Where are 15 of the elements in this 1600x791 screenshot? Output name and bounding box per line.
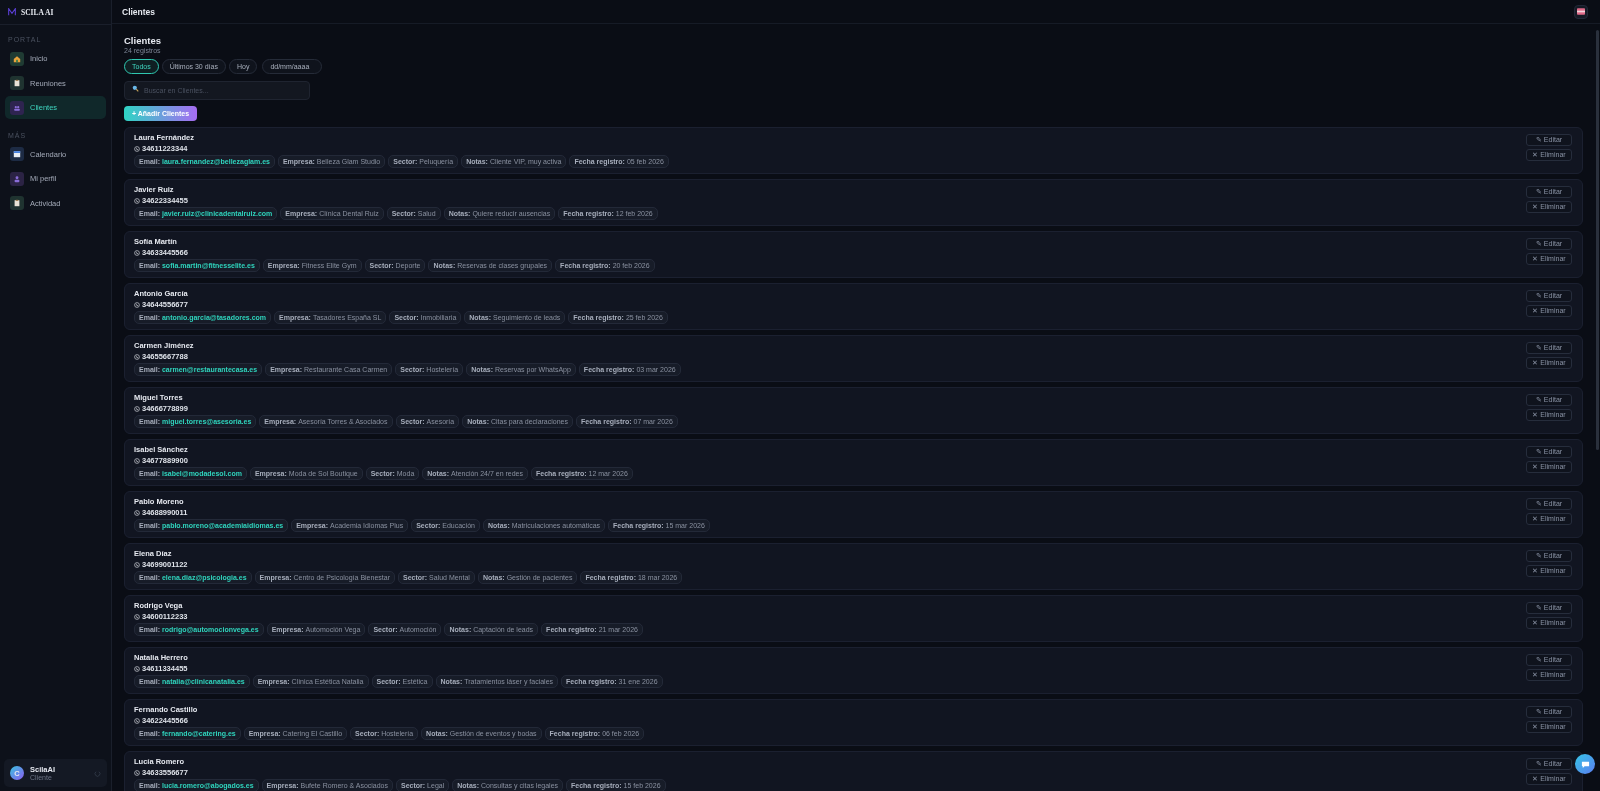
logo-icon [8,8,16,16]
clipboard-icon [10,196,24,210]
page-title: Clientes [124,35,161,46]
flag-icon [1577,8,1585,15]
search-icon [132,85,139,92]
chat-button[interactable] [1575,754,1595,774]
header-title: Clientes [122,6,156,17]
person-icon [10,171,24,186]
people-icon [10,100,24,115]
clipboard-icon [10,76,24,90]
scrollbar[interactable] [1596,30,1599,450]
house-icon [10,51,24,66]
language-button[interactable] [1574,4,1588,19]
chat-icon [1580,759,1590,769]
calendar-icon [10,147,24,161]
